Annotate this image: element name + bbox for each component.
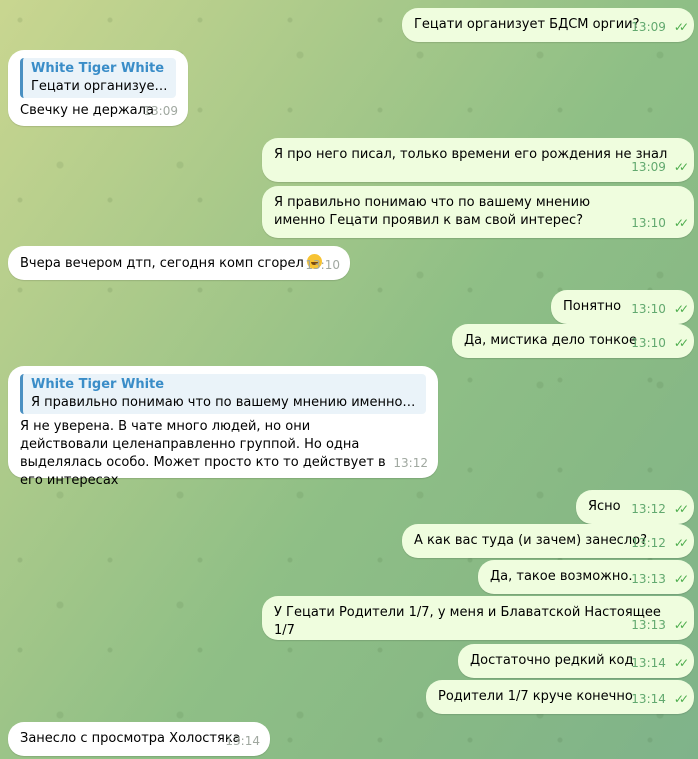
message-outgoing[interactable]: Понятно 13:10 ✓✓ [551,290,694,324]
message-meta: 13:13 ✓✓ [631,616,689,634]
message-outgoing[interactable]: Я про него писал, только времени его рож… [262,138,694,182]
message-time: 13:10 [305,258,340,272]
reply-author: White Tiger White [31,61,165,76]
message-text: Достаточно редкий код [470,653,634,668]
message-meta: 13:10 ✓✓ [631,214,689,232]
double-check-icon: ✓✓ [673,216,689,230]
message-outgoing[interactable]: Родители 1/7 круче конечно 13:14 ✓✓ [426,680,694,714]
double-check-icon: ✓✓ [673,20,689,34]
double-check-icon: ✓✓ [673,618,689,632]
message-outgoing[interactable]: Да, такое возможно. 13:13 ✓✓ [478,560,694,594]
message-text: Ясно [588,499,621,514]
message-text: Я не уверена. В чате много людей, но они… [20,419,386,488]
reply-text: Я правильно понимаю что по вашему мнению… [31,395,418,410]
message-text: Занесло с просмотра Холостяка [20,731,241,746]
message-text: Вчера вечером дтп, сегодня комп сгорел [20,256,304,271]
message-time: 13:12 [631,536,666,550]
message-time: 13:13 [631,572,666,586]
double-check-icon: ✓✓ [673,536,689,550]
message-text: Да, мистика дело тонкое [464,333,637,348]
message-meta: 13:10 ✓✓ [631,334,689,352]
message-text: Гецати организует БДСМ оргии? [414,17,640,32]
message-incoming[interactable]: White Tiger White Гецати организует БДС.… [8,50,188,126]
message-time: 13:12 [631,502,666,516]
message-meta: 13:13 ✓✓ [631,570,689,588]
message-text: Понятно [563,299,622,314]
message-time: 13:10 [631,336,666,350]
message-incoming[interactable]: Вчера вечером дтп, сегодня комп сгорел 1… [8,246,350,280]
message-outgoing[interactable]: А как вас туда (и зачем) занесло? 13:12 ✓… [402,524,694,558]
message-text: Я правильно понимаю что по вашему мнению… [274,195,591,228]
double-check-icon: ✓✓ [673,336,689,350]
message-meta: 13:14 ✓✓ [631,654,689,672]
message-time: 13:10 [631,302,666,316]
message-time: 13:14 [631,656,666,670]
message-meta: 13:12 ✓✓ [631,534,689,552]
message-meta: 13:09 ✓✓ [631,158,689,176]
message-meta: 13:10 ✓✓ [631,300,689,318]
message-meta: 13:10 [305,256,340,274]
message-time: 13:12 [393,456,428,470]
message-time: 13:09 [631,160,666,174]
reply-quote[interactable]: White Tiger White Я правильно понимаю чт… [20,374,426,414]
message-meta: 13:09 [143,102,178,120]
double-check-icon: ✓✓ [673,656,689,670]
message-outgoing[interactable]: Да, мистика дело тонкое 13:10 ✓✓ [452,324,694,358]
double-check-icon: ✓✓ [673,692,689,706]
message-meta: 13:14 [225,732,260,750]
double-check-icon: ✓✓ [673,502,689,516]
message-meta: 13:12 [393,454,428,472]
message-outgoing[interactable]: Гецати организует БДСМ оргии? 13:09 ✓✓ [402,8,694,42]
message-outgoing[interactable]: Я правильно понимаю что по вашему мнению… [262,186,694,238]
message-time: 13:14 [225,734,260,748]
message-time: 13:13 [631,618,666,632]
double-check-icon: ✓✓ [673,572,689,586]
message-outgoing[interactable]: Достаточно редкий код 13:14 ✓✓ [458,644,694,678]
double-check-icon: ✓✓ [673,160,689,174]
double-check-icon: ✓✓ [673,302,689,316]
message-text: Родители 1/7 круче конечно [438,689,633,704]
message-text: А как вас туда (и зачем) занесло? [414,533,647,548]
reply-quote[interactable]: White Tiger White Гецати организует БДС.… [20,58,176,98]
message-time: 13:09 [143,104,178,118]
message-text: У Гецати Родители 1/7, у меня и Блаватск… [274,605,661,638]
message-text: Свечку не держала [20,103,154,118]
reply-text: Гецати организует БДС... [31,79,168,94]
message-incoming[interactable]: White Tiger White Я правильно понимаю чт… [8,366,438,488]
message-text: Да, такое возможно. [490,569,633,584]
message-meta: 13:12 ✓✓ [631,500,689,518]
message-meta: 13:14 ✓✓ [631,690,689,708]
message-meta: 13:09 ✓✓ [631,18,689,36]
message-time: 13:10 [631,216,666,230]
message-outgoing[interactable]: У Гецати Родители 1/7, у меня и Блаватск… [262,596,694,640]
message-outgoing[interactable]: Ясно 13:12 ✓✓ [576,490,694,524]
message-text: Я про него писал, только времени его рож… [274,147,668,162]
message-time: 13:14 [631,692,666,706]
reply-author: White Tiger White [31,377,165,392]
message-incoming[interactable]: Занесло с просмотра Холостяка 13:14 [8,722,270,756]
message-time: 13:09 [631,20,666,34]
